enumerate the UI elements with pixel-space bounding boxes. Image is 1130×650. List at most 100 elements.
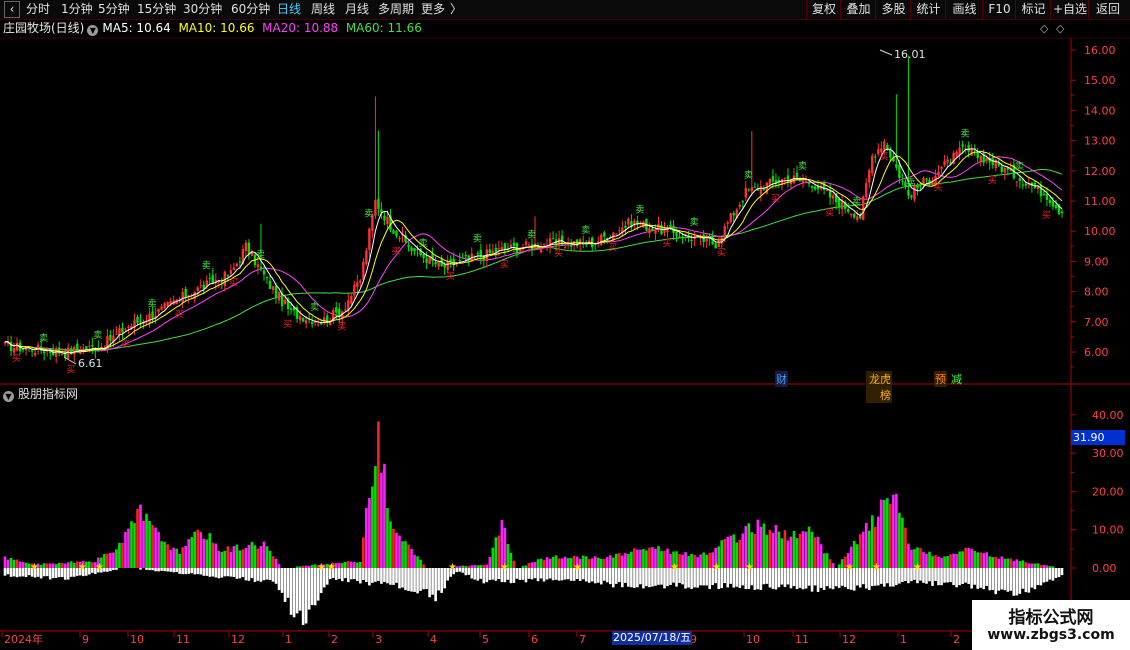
- indicator-bar-negative: [235, 568, 239, 579]
- indicator-bar-negative: [548, 568, 552, 579]
- candle-body: [690, 239, 693, 241]
- candle-body: [160, 306, 163, 310]
- indicator-bar-negative: [485, 568, 489, 583]
- indicator-bar-negative: [883, 568, 886, 587]
- indicator-bar-positive: [262, 541, 266, 568]
- candle-body: [443, 264, 446, 268]
- indicator-bar-positive: [160, 541, 163, 568]
- indicator-bar-positive: [181, 547, 184, 568]
- diamond-icon[interactable]: ◇: [1040, 22, 1048, 35]
- indicator-bar-negative: [190, 568, 194, 574]
- candle-body: [1039, 185, 1043, 197]
- indicator-bar-negative: [262, 568, 266, 581]
- indicator-bar-positive: [175, 548, 178, 568]
- indicator-bar-positive: [88, 561, 91, 568]
- indicator-bar-negative: [250, 568, 254, 579]
- indicator-bar-positive: [392, 528, 395, 568]
- indicator-bar-positive: [380, 472, 383, 568]
- sell-marker: 卖: [473, 234, 482, 245]
- indicator-bar-positive: [886, 498, 889, 568]
- indicator-bar-negative: [1054, 568, 1058, 579]
- candle-body: [542, 243, 546, 245]
- indicator-bar-negative: [340, 568, 344, 582]
- indicator-bar-negative: [937, 568, 940, 586]
- candle-body: [946, 159, 949, 163]
- indicator-bar-positive: [154, 527, 157, 568]
- indicator-bar-negative: [864, 568, 868, 589]
- indicator-bar-positive: [500, 520, 504, 568]
- indicator-bar-negative: [732, 568, 736, 588]
- indicator-bar-negative: [771, 568, 775, 589]
- indicator-bar-negative: [18, 568, 22, 577]
- indicator-bar-positive: [892, 494, 895, 568]
- indicator-bar-positive: [663, 550, 666, 568]
- indicator-bar-negative: [964, 568, 967, 583]
- indicator-bar-positive: [383, 463, 386, 568]
- indicator-bar-negative: [208, 568, 212, 577]
- indicator-bar-negative: [810, 568, 814, 592]
- candle-body: [1042, 193, 1046, 196]
- buy-marker: 买: [554, 248, 563, 259]
- candle-body: [374, 200, 377, 216]
- indicator-bar-positive: [621, 555, 624, 568]
- candle-body: [828, 191, 832, 198]
- indicator-bar-positive: [277, 564, 281, 568]
- indicator-bar-negative: [289, 568, 293, 615]
- candle-body: [603, 232, 606, 237]
- candle-body: [512, 242, 516, 246]
- indicator-bar-positive: [795, 538, 799, 568]
- candle-body: [434, 262, 437, 265]
- candle-body: [943, 161, 946, 166]
- indicator-bar-positive: [494, 537, 498, 568]
- indicator-bar-positive: [584, 556, 588, 568]
- indicator-bar-negative: [657, 568, 660, 585]
- indicator-bar-negative: [175, 568, 178, 573]
- indicator-bar-positive: [1051, 566, 1055, 568]
- watermark-url: www.zbgs3.com: [987, 627, 1115, 643]
- event-dragon-tiger-list[interactable]: 龙虎榜: [866, 371, 892, 403]
- indicator-bar-negative: [1057, 568, 1061, 578]
- candle-body: [365, 250, 368, 265]
- indicator-bar-negative: [928, 568, 931, 582]
- candle-body: [476, 253, 479, 255]
- indicator-bar-positive: [768, 529, 772, 568]
- sell-marker: 卖: [364, 208, 373, 219]
- candle-body: [871, 155, 874, 174]
- indicator-bar-negative: [350, 568, 353, 580]
- candle-body: [729, 213, 732, 223]
- event-reduction[interactable]: 减: [951, 371, 962, 387]
- candle-body: [618, 230, 621, 232]
- buy-marker: 买: [66, 364, 75, 375]
- event-forecast[interactable]: 预: [934, 371, 947, 387]
- indicator-bar-negative: [542, 568, 546, 582]
- diamond-icon[interactable]: ◇: [1056, 22, 1064, 35]
- indicator-bar-positive: [545, 557, 549, 568]
- candle-body: [259, 266, 263, 270]
- indicator-bar-positive: [557, 558, 561, 568]
- indicator-bar-positive: [997, 558, 1001, 568]
- candle-body: [783, 177, 787, 179]
- indicator-bar-negative: [313, 568, 317, 606]
- kline-chart[interactable]: 买卖买卖买卖买卖买卖买卖买卖买卖买卖买卖买卖买卖买卖买卖买卖买卖买卖 买卖买卖买 …: [0, 0, 1130, 650]
- indicator-bar-negative: [892, 568, 895, 587]
- candle-body: [383, 215, 386, 221]
- indicator-bar-negative: [1030, 568, 1034, 588]
- indicator-bar-positive: [226, 546, 230, 568]
- price-tick-label: 9.00: [1084, 255, 1109, 268]
- indicator-bar-negative: [886, 568, 889, 584]
- candle-body: [1000, 166, 1003, 173]
- candle-body: [654, 229, 657, 234]
- indicator-bar-negative: [202, 568, 206, 576]
- indicator-bar-negative: [618, 568, 621, 583]
- event-finance[interactable]: 财: [775, 371, 788, 387]
- candle-body: [648, 228, 651, 234]
- indicator-bar-positive: [72, 562, 76, 568]
- indicator-bar-positive: [976, 552, 979, 568]
- indicator-bar-negative: [1027, 568, 1031, 593]
- indicator-bar-negative: [42, 568, 46, 577]
- indicator-bar-negative: [193, 568, 197, 575]
- indicator-bar-positive: [726, 536, 730, 568]
- indicator-bar-positive: [699, 554, 702, 568]
- indicator-bar-positive: [1012, 561, 1016, 568]
- indicator-bar-positive: [979, 552, 982, 568]
